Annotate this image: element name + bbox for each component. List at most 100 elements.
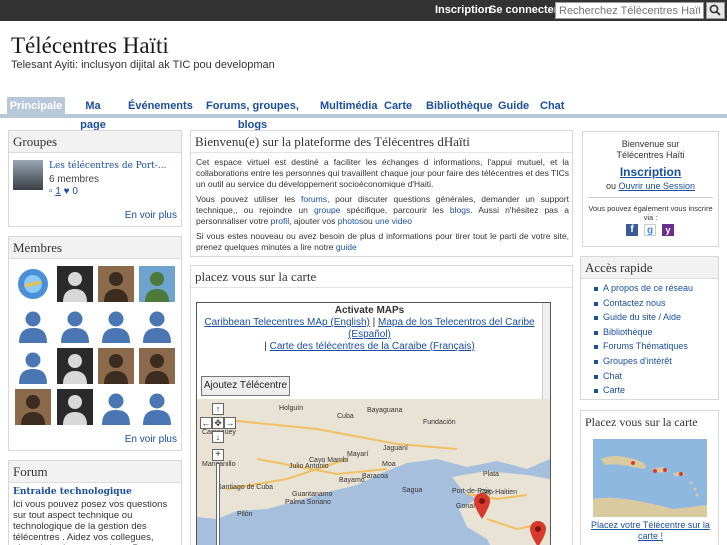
map-place-label: Holguín bbox=[279, 405, 304, 412]
quick-link-contact[interactable]: Contactez nous bbox=[581, 298, 718, 313]
caribbean-map-thumbnail[interactable] bbox=[593, 439, 707, 517]
welcome-paragraph-1: Cet espace virtuel est destiné a facilit… bbox=[196, 157, 569, 189]
welcome-paragraph-3: Si vous estes nouveau ou avez besoin de … bbox=[196, 231, 569, 252]
login-box-register-link[interactable]: Inscription bbox=[583, 165, 718, 179]
map-zoom-controls[interactable]: ↑ ← ✥ → ↓ + bbox=[200, 403, 236, 545]
site-title[interactable]: Télécentres Haïti bbox=[11, 33, 169, 59]
search-icon bbox=[709, 4, 721, 16]
map-place-label: Palma Soriano bbox=[285, 499, 331, 506]
map-place-label: Bayaguana bbox=[367, 407, 403, 414]
member-avatar[interactable] bbox=[15, 389, 51, 425]
facebook-icon[interactable]: f bbox=[626, 224, 638, 236]
group-stats: ▫ 1 ♥ 0 bbox=[49, 186, 78, 197]
place-telecentre-link[interactable]: Placez votre Télécentre sur la carte ! bbox=[585, 520, 716, 542]
photos-link[interactable]: photos bbox=[338, 216, 364, 226]
video-link[interactable]: une video bbox=[375, 216, 412, 226]
yahoo-icon[interactable]: y bbox=[662, 224, 674, 236]
tab-ma-page[interactable]: Ma page bbox=[73, 97, 113, 131]
login-box-line2: Télécentres Haïti bbox=[616, 150, 685, 160]
tab-multimedia[interactable]: Multimédia bbox=[320, 97, 377, 116]
quick-access-title: Accès rapide bbox=[581, 257, 718, 279]
tab-carte[interactable]: Carte bbox=[384, 97, 412, 116]
blogs-link[interactable]: blogs bbox=[450, 205, 470, 215]
map-place-label: Sagua bbox=[402, 487, 423, 494]
member-avatar[interactable] bbox=[139, 266, 175, 302]
zoom-slider[interactable] bbox=[216, 463, 220, 545]
member-avatar-placeholder[interactable] bbox=[98, 389, 134, 425]
forum-panel: Forum Entraide technologique Ici vous po… bbox=[8, 460, 182, 545]
pan-up-button[interactable]: ↑ bbox=[212, 403, 224, 415]
member-avatar[interactable] bbox=[139, 348, 175, 384]
pan-left-button[interactable]: ← bbox=[200, 417, 212, 429]
map-marker-icon[interactable] bbox=[530, 521, 546, 545]
welcome-panel: Bienvenu(e) sur la plateforme des Téléce… bbox=[190, 130, 573, 257]
comment-count[interactable]: 1 bbox=[55, 186, 61, 197]
map-place-label: Pilón bbox=[237, 511, 253, 518]
members-panel: Membres En voir plus bbox=[8, 236, 182, 451]
map-link-english[interactable]: Caribbean Telecentres MAp (English) bbox=[204, 317, 369, 328]
login-link[interactable]: Se connecter bbox=[489, 4, 558, 16]
pan-right-button[interactable]: → bbox=[224, 417, 236, 429]
member-avatar-placeholder[interactable] bbox=[15, 307, 51, 343]
pan-down-button[interactable]: ↓ bbox=[212, 431, 224, 443]
group-link[interactable]: groupe bbox=[314, 205, 340, 215]
map-view[interactable]: HolguínCubaCamagüeySantiago de CubaGuant… bbox=[197, 399, 550, 545]
group-thumbnail[interactable] bbox=[13, 160, 43, 190]
quick-link-map[interactable]: Carte bbox=[581, 385, 718, 400]
iframe-scrollbar[interactable] bbox=[542, 303, 550, 399]
tab-chat[interactable]: Chat bbox=[540, 97, 564, 116]
map-link-french[interactable]: Carte des télécentres de la Caraibe (Fra… bbox=[270, 341, 475, 352]
quick-link-groups[interactable]: Groupes d'intérêt bbox=[581, 356, 718, 371]
member-avatar-placeholder[interactable] bbox=[98, 307, 134, 343]
map-marker-icon[interactable] bbox=[474, 493, 490, 519]
quick-link-library[interactable]: Bibliothèque bbox=[581, 327, 718, 342]
add-telecentre-button[interactable]: Ajoutez Télécentre bbox=[201, 376, 290, 396]
member-avatar[interactable] bbox=[15, 266, 51, 302]
register-link[interactable]: Inscription bbox=[435, 4, 491, 16]
groups-panel: Groupes Les télécentres de Port-... 6 me… bbox=[8, 130, 182, 227]
member-avatar[interactable] bbox=[57, 348, 93, 384]
member-avatar[interactable] bbox=[98, 348, 134, 384]
profile-link[interactable]: profil bbox=[271, 216, 289, 226]
google-icon[interactable]: g bbox=[644, 224, 656, 236]
place-yourself-panel: Placez vous sur la carte Placez votre Té… bbox=[580, 410, 719, 545]
search-input[interactable] bbox=[555, 2, 704, 19]
map-place-label: Jaguaní bbox=[383, 445, 408, 452]
tab-bibliotheque[interactable]: Bibliothèque bbox=[426, 97, 493, 116]
top-bar: Inscription Se connecter bbox=[0, 0, 727, 21]
tab-principale[interactable]: Principale bbox=[7, 97, 65, 116]
login-box-login-link[interactable]: Ouvrir une Session bbox=[618, 181, 695, 191]
quick-link-forums[interactable]: Forums Thématiques bbox=[581, 341, 718, 356]
tab-evenements[interactable]: Événements bbox=[128, 97, 193, 116]
member-avatar-placeholder[interactable] bbox=[57, 307, 93, 343]
guide-link[interactable]: guide bbox=[336, 242, 357, 252]
quick-link-about[interactable]: A propos de ce réseau bbox=[581, 283, 718, 298]
member-avatar-placeholder[interactable] bbox=[139, 307, 175, 343]
login-box: Bienvenue sur Télécentres Haïti Inscript… bbox=[582, 131, 719, 247]
groups-title: Groupes bbox=[9, 131, 181, 153]
member-avatar[interactable] bbox=[57, 266, 93, 302]
quick-link-guide[interactable]: Guide du site / Aide bbox=[581, 312, 718, 327]
map-panel-title: placez vous sur la carte bbox=[191, 266, 572, 288]
member-avatar[interactable] bbox=[57, 389, 93, 425]
like-count[interactable]: 0 bbox=[72, 186, 78, 197]
map-links: Activate MAPs Caribbean Telecentres MAp … bbox=[197, 303, 542, 353]
member-avatar-placeholder[interactable] bbox=[139, 389, 175, 425]
map-place-label: Guantanamo bbox=[292, 491, 333, 498]
search-button[interactable] bbox=[706, 2, 725, 19]
pan-center-button[interactable]: ✥ bbox=[212, 417, 224, 429]
group-name-link[interactable]: Les télécentres de Port-... bbox=[49, 161, 166, 171]
map-place-label: Mayarí bbox=[347, 451, 369, 458]
zoom-in-button[interactable]: + bbox=[212, 449, 224, 461]
member-avatar-placeholder[interactable] bbox=[15, 348, 51, 384]
member-avatar[interactable] bbox=[98, 266, 134, 302]
tab-forums[interactable]: Forums, groupes, blogs bbox=[200, 97, 305, 131]
login-box-line1: Bienvenue sur bbox=[621, 139, 680, 149]
groups-more-link[interactable]: En voir plus bbox=[125, 210, 177, 221]
map-place-label: Moa bbox=[382, 461, 396, 468]
quick-link-chat[interactable]: Chat bbox=[581, 371, 718, 386]
tab-guide[interactable]: Guide bbox=[498, 97, 529, 116]
forums-link[interactable]: forums bbox=[301, 194, 327, 204]
forum-topic-link[interactable]: Entraide technologique bbox=[13, 487, 132, 497]
members-more-link[interactable]: En voir plus bbox=[125, 434, 177, 445]
